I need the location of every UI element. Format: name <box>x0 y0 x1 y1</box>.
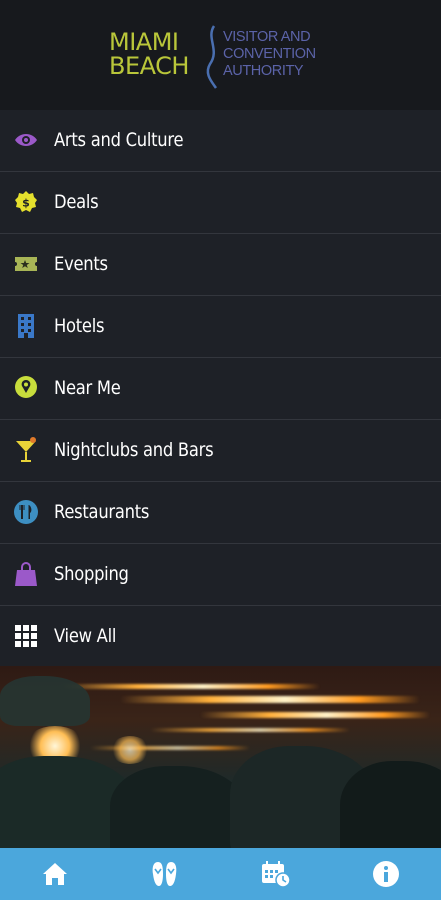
fork-knife-icon <box>13 499 39 525</box>
info-button[interactable] <box>331 848 441 900</box>
martini-icon <box>13 437 39 463</box>
logo-line-convention: CONVENTION <box>223 46 316 62</box>
logo-line-visitor: VISITOR AND <box>223 29 311 45</box>
ticket-icon <box>13 251 39 277</box>
menu-item-label: Deals <box>54 191 99 213</box>
flip-flops-icon <box>153 862 177 886</box>
menu-item-label: Hotels <box>54 315 105 337</box>
shopping-bag-icon <box>13 561 39 587</box>
category-menu: Arts and Culture $ Deals Events Hotels N… <box>0 110 441 668</box>
dollar-badge-icon: $ <box>13 189 39 215</box>
logo-wordmark-authority: VISITOR AND CONVENTION AUTHORITY <box>223 29 343 80</box>
menu-item-label: View All <box>54 625 117 647</box>
menu-item-deals[interactable]: $ Deals <box>0 172 441 234</box>
menu-item-label: Near Me <box>54 377 121 399</box>
info-icon <box>372 861 399 887</box>
home-icon <box>43 863 68 885</box>
menu-item-label: Nightclubs and Bars <box>54 439 214 461</box>
menu-item-label: Restaurants <box>54 501 150 523</box>
menu-item-restaurants[interactable]: Restaurants <box>0 482 441 544</box>
calendar-button[interactable] <box>221 848 331 900</box>
menu-item-label: Shopping <box>54 563 129 585</box>
night-traffic-photo <box>0 666 441 848</box>
logo-line-miami: MIAMI <box>109 28 179 56</box>
logo-wave-icon <box>206 25 218 89</box>
svg-text:$: $ <box>22 197 30 210</box>
menu-item-arts-and-culture[interactable]: Arts and Culture <box>0 110 441 172</box>
grid-icon <box>13 623 39 649</box>
app-header: MIAMI BEACH VISITOR AND CONVENTION AUTHO… <box>0 0 441 110</box>
activities-button[interactable] <box>110 848 220 900</box>
menu-item-events[interactable]: Events <box>0 234 441 296</box>
menu-item-nightclubs-and-bars[interactable]: Nightclubs and Bars <box>0 420 441 482</box>
menu-item-shopping[interactable]: Shopping <box>0 544 441 606</box>
location-pin-icon <box>13 375 39 401</box>
menu-item-label: Events <box>54 253 108 275</box>
building-icon <box>13 313 39 339</box>
menu-item-near-me[interactable]: Near Me <box>0 358 441 420</box>
home-button[interactable] <box>0 848 110 900</box>
menu-item-label: Arts and Culture <box>54 129 184 151</box>
calendar-clock-icon <box>261 861 291 888</box>
bottom-navigation-bar <box>0 848 441 900</box>
menu-item-hotels[interactable]: Hotels <box>0 296 441 358</box>
eye-icon <box>13 127 39 153</box>
menu-item-view-all[interactable]: View All <box>0 606 441 668</box>
logo-wordmark-miami-beach: MIAMI BEACH <box>109 30 209 78</box>
logo-line-authority: AUTHORITY <box>223 63 304 79</box>
logo-line-beach: BEACH <box>109 52 189 80</box>
